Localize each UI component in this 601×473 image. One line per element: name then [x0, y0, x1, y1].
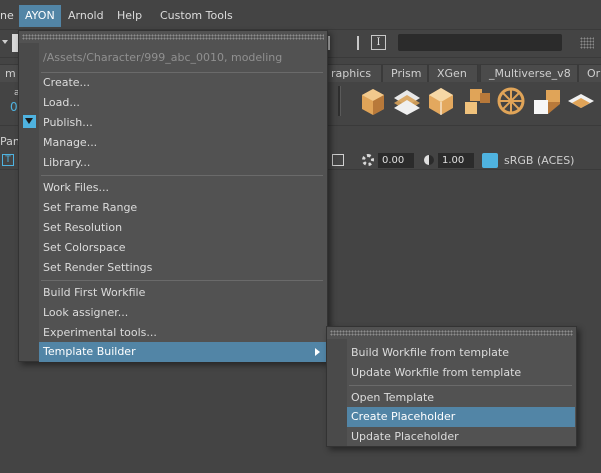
- main-menubar: ne AYON Arnold Help Custom Tools: [0, 0, 601, 30]
- color-space-label[interactable]: sRGB (ACES): [504, 154, 574, 167]
- grip-handle-icon[interactable]: [580, 37, 594, 49]
- shelf-tab-prism[interactable]: Prism: [382, 64, 428, 82]
- status-dropdown-arrow-icon[interactable]: [2, 40, 8, 44]
- menu-item-look-assigner[interactable]: Look assigner...: [39, 303, 326, 323]
- shelf-tab-graphics[interactable]: raphics: [322, 64, 382, 82]
- nurbs-grid-icon[interactable]: [392, 86, 422, 116]
- menu-separator: [41, 280, 323, 281]
- menu-item-update-workfile-from-template[interactable]: Update Workfile from template: [347, 363, 575, 383]
- status-separator-icon: [328, 36, 330, 50]
- shelf-tab-fragment-right[interactable]: Or: [578, 64, 601, 82]
- menu-icon-gutter: [327, 339, 347, 446]
- gamma-field[interactable]: 0.00: [378, 153, 414, 168]
- text-input-mode-icon[interactable]: I: [371, 35, 386, 50]
- panel-text-icon[interactable]: T: [2, 154, 14, 166]
- menu-tear-off-handle[interactable]: [22, 34, 324, 40]
- menu-item-create[interactable]: Create...: [39, 73, 326, 93]
- squares-icon[interactable]: [462, 86, 492, 116]
- color-management-icon[interactable]: [482, 153, 498, 168]
- status-separator-icon: [357, 36, 359, 50]
- wheel-icon[interactable]: [496, 86, 526, 116]
- menu-item-work-files[interactable]: Work Files...: [39, 178, 326, 198]
- menu-item-experimental-tools[interactable]: Experimental tools...: [39, 323, 326, 343]
- context-path-label: /Assets/Character/999_abc_0010, modeling: [43, 51, 283, 64]
- cube-icon[interactable]: [358, 86, 388, 116]
- menu-item-set-colorspace[interactable]: Set Colorspace: [39, 238, 326, 258]
- menu-item-set-frame-range[interactable]: Set Frame Range: [39, 198, 326, 218]
- shelf-tab-xgen[interactable]: XGen: [428, 64, 478, 82]
- menu-file-fragment[interactable]: ne: [0, 5, 20, 27]
- menu-tear-off-handle[interactable]: [330, 330, 573, 336]
- menu-icon-gutter: [19, 43, 39, 361]
- menu-item-set-resolution[interactable]: Set Resolution: [39, 218, 326, 238]
- menu-item-load[interactable]: Load...: [39, 93, 326, 113]
- gamma-icon[interactable]: [362, 154, 374, 166]
- menu-item-update-placeholder[interactable]: Update Placeholder: [347, 427, 575, 447]
- plane-stack-icon[interactable]: [566, 86, 596, 116]
- menu-item-build-workfile-from-template[interactable]: Build Workfile from template: [347, 343, 575, 363]
- menu-item-manage[interactable]: Manage...: [39, 133, 326, 153]
- menu-item-library[interactable]: Library...: [39, 153, 326, 173]
- split-box-icon[interactable]: [532, 86, 562, 116]
- submenu-arrow-icon: [315, 348, 320, 356]
- menu-custom-tools[interactable]: Custom Tools: [154, 5, 239, 27]
- template-builder-submenu: Build Workfile from template Update Work…: [326, 326, 577, 447]
- menu-help[interactable]: Help: [111, 5, 148, 27]
- shelf-grip-icon[interactable]: [338, 86, 341, 116]
- menu-item-build-first-workfile[interactable]: Build First Workfile: [39, 283, 326, 303]
- sphere-icon[interactable]: [426, 86, 456, 116]
- menu-separator: [41, 175, 323, 176]
- shelf-tab-multiverse[interactable]: _Multiverse_v8: [480, 64, 578, 82]
- command-search-input[interactable]: [398, 34, 562, 51]
- menu-item-open-template[interactable]: Open Template: [347, 388, 575, 408]
- shelf-left-value: 0: [10, 100, 18, 114]
- exposure-icon[interactable]: [424, 155, 434, 165]
- menu-item-publish[interactable]: Publish...: [39, 113, 326, 133]
- menu-arnold[interactable]: Arnold: [62, 5, 110, 27]
- ayon-menu: /Assets/Character/999_abc_0010, modeling…: [18, 30, 328, 362]
- menu-separator: [349, 385, 572, 386]
- menu-ayon[interactable]: AYON: [19, 5, 61, 27]
- menu-item-label: Template Builder: [43, 345, 136, 358]
- exposure-field[interactable]: 1.00: [438, 153, 474, 168]
- menu-item-create-placeholder[interactable]: Create Placeholder: [347, 407, 575, 427]
- resolution-gate-icon[interactable]: [332, 154, 344, 166]
- publish-funnel-icon: [23, 115, 36, 128]
- menu-item-set-render-settings[interactable]: Set Render Settings: [39, 258, 326, 278]
- menu-item-template-builder[interactable]: Template Builder: [39, 342, 326, 362]
- panel-menu-fragment[interactable]: Pan: [0, 135, 20, 148]
